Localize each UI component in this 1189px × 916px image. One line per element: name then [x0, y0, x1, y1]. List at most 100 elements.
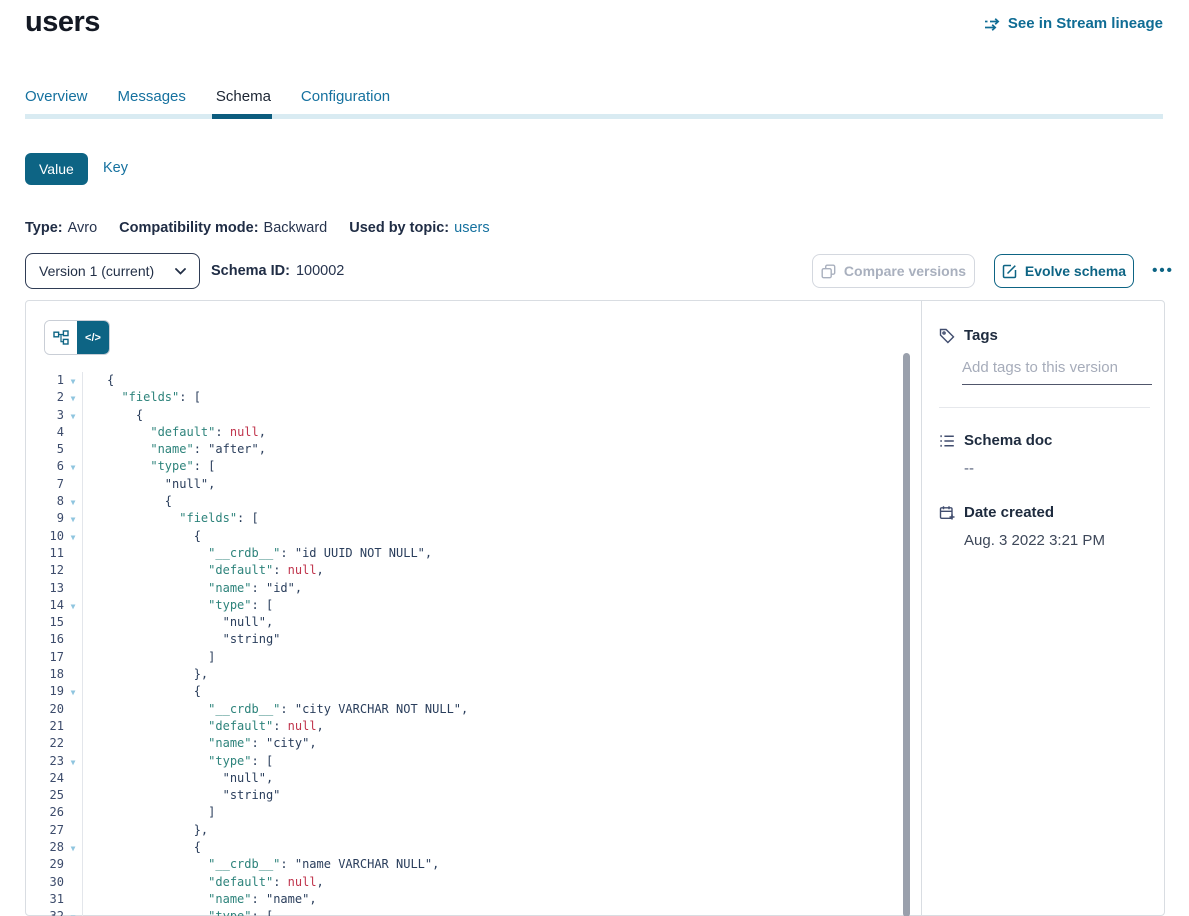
tab-configuration[interactable]: Configuration	[301, 88, 390, 115]
fold-toggle-icon[interactable]: ▼	[64, 528, 82, 545]
fold-toggle-icon[interactable]: ▼	[64, 493, 82, 510]
schema-sidebar: Tags Schema doc --	[921, 301, 1166, 915]
edit-icon	[1002, 264, 1017, 279]
line-number: 29	[41, 856, 64, 873]
copy-icon	[821, 264, 836, 279]
calendar-plus-icon	[939, 505, 955, 521]
chevron-down-icon	[175, 268, 186, 275]
code-line: 7 "null",	[41, 476, 896, 493]
line-number: 3	[41, 407, 64, 424]
line-number: 22	[41, 735, 64, 752]
scrollbar-thumb[interactable]	[903, 353, 910, 916]
tree-view-button[interactable]	[45, 321, 77, 354]
code-text: },	[82, 666, 208, 683]
code-line: 26 ]	[41, 804, 896, 821]
code-line: 18 },	[41, 666, 896, 683]
fold-toggle-icon[interactable]: ▼	[64, 510, 82, 527]
fold-toggle-icon[interactable]: ▼	[64, 597, 82, 614]
schema-meta-row: Type: Avro Compatibility mode: Backward …	[25, 220, 490, 236]
see-in-stream-lineage-link[interactable]: See in Stream lineage	[984, 15, 1163, 32]
page-title: users	[25, 6, 100, 39]
line-number: 20	[41, 701, 64, 718]
topic-link[interactable]: users	[454, 220, 489, 236]
code-line: 32▼ "type": [	[41, 908, 896, 916]
schema-id-value: 100002	[296, 263, 344, 279]
fold-toggle-icon	[64, 787, 82, 804]
code-line: 21 "default": null,	[41, 718, 896, 735]
schema-panel: </> 1▼{2▼ "fields": [3▼ {4 "default": nu…	[25, 300, 1165, 916]
see-in-stream-lineage-label: See in Stream lineage	[1008, 15, 1163, 32]
date-created-value: Aug. 3 2022 3:21 PM	[964, 532, 1150, 549]
compatibility-mode-value: Backward	[264, 220, 328, 236]
line-number: 10	[41, 528, 64, 545]
line-number: 21	[41, 718, 64, 735]
fold-toggle-icon[interactable]: ▼	[64, 458, 82, 475]
tabs-track	[25, 114, 1163, 119]
code-text: "default": null,	[82, 874, 324, 891]
compatibility-mode-label: Compatibility mode:	[119, 220, 258, 236]
evolve-schema-button[interactable]: Evolve schema	[994, 254, 1134, 288]
code-view-button[interactable]: </>	[77, 321, 109, 354]
code-text: "default": null,	[82, 562, 324, 579]
line-number: 30	[41, 874, 64, 891]
code-line: 8▼ {	[41, 493, 896, 510]
fold-toggle-icon[interactable]: ▼	[64, 908, 82, 916]
code-text: {	[82, 493, 172, 510]
code-text: "type": [	[82, 908, 273, 916]
line-number: 13	[41, 580, 64, 597]
view-toggle: </>	[44, 320, 110, 355]
compare-versions-label: Compare versions	[844, 263, 966, 279]
line-number: 27	[41, 822, 64, 839]
fold-toggle-icon	[64, 614, 82, 631]
code-text: "__crdb__": "city VARCHAR NOT NULL",	[82, 701, 468, 718]
schema-doc-heading: Schema doc	[964, 432, 1052, 449]
fold-toggle-icon	[64, 545, 82, 562]
fold-toggle-icon	[64, 891, 82, 908]
fold-toggle-icon	[64, 770, 82, 787]
code-text: "type": [	[82, 597, 273, 614]
code-line: 15 "null",	[41, 614, 896, 631]
fold-toggle-icon	[64, 701, 82, 718]
code-text: {	[82, 683, 201, 700]
fold-toggle-icon[interactable]: ▼	[64, 372, 82, 389]
code-text: "fields": [	[82, 510, 259, 527]
line-number: 24	[41, 770, 64, 787]
fold-toggle-icon[interactable]: ▼	[64, 389, 82, 406]
fold-toggle-icon[interactable]: ▼	[64, 407, 82, 424]
line-number: 5	[41, 441, 64, 458]
line-number: 23	[41, 753, 64, 770]
more-actions-button[interactable]: •••	[1146, 253, 1180, 287]
fold-toggle-icon[interactable]: ▼	[64, 683, 82, 700]
code-text: {	[82, 372, 114, 389]
key-toggle-button[interactable]: Key	[103, 160, 128, 176]
code-text: "string"	[82, 787, 280, 804]
value-toggle-button[interactable]: Value	[25, 153, 88, 185]
code-text: "name": "id",	[82, 580, 302, 597]
used-by-topic-label: Used by topic:	[349, 220, 449, 236]
compare-versions-button[interactable]: Compare versions	[812, 254, 975, 288]
code-line: 10▼ {	[41, 528, 896, 545]
code-text: "type": [	[82, 458, 215, 475]
tab-schema[interactable]: Schema	[216, 88, 271, 115]
code-pane: </> 1▼{2▼ "fields": [3▼ {4 "default": nu…	[26, 301, 921, 915]
line-number: 2	[41, 389, 64, 406]
code-line: 17 ]	[41, 649, 896, 666]
version-select[interactable]: Version 1 (current)	[25, 253, 200, 289]
tabs-active-indicator	[212, 114, 272, 119]
fold-toggle-icon[interactable]: ▼	[64, 753, 82, 770]
code-line: 22 "name": "city",	[41, 735, 896, 752]
fold-toggle-icon[interactable]: ▼	[64, 839, 82, 856]
tab-overview[interactable]: Overview	[25, 88, 88, 115]
type-label: Type:	[25, 220, 63, 236]
schema-id: Schema ID: 100002	[211, 263, 344, 279]
code-line: 2▼ "fields": [	[41, 389, 896, 406]
fold-toggle-icon	[64, 874, 82, 891]
code-text: ]	[82, 804, 215, 821]
tags-input[interactable]	[962, 359, 1152, 385]
code-line: 9▼ "fields": [	[41, 510, 896, 527]
code-line: 6▼ "type": [	[41, 458, 896, 475]
line-number: 16	[41, 631, 64, 648]
line-number: 15	[41, 614, 64, 631]
tab-bar: Overview Messages Schema Configuration	[25, 88, 390, 115]
tab-messages[interactable]: Messages	[118, 88, 186, 115]
